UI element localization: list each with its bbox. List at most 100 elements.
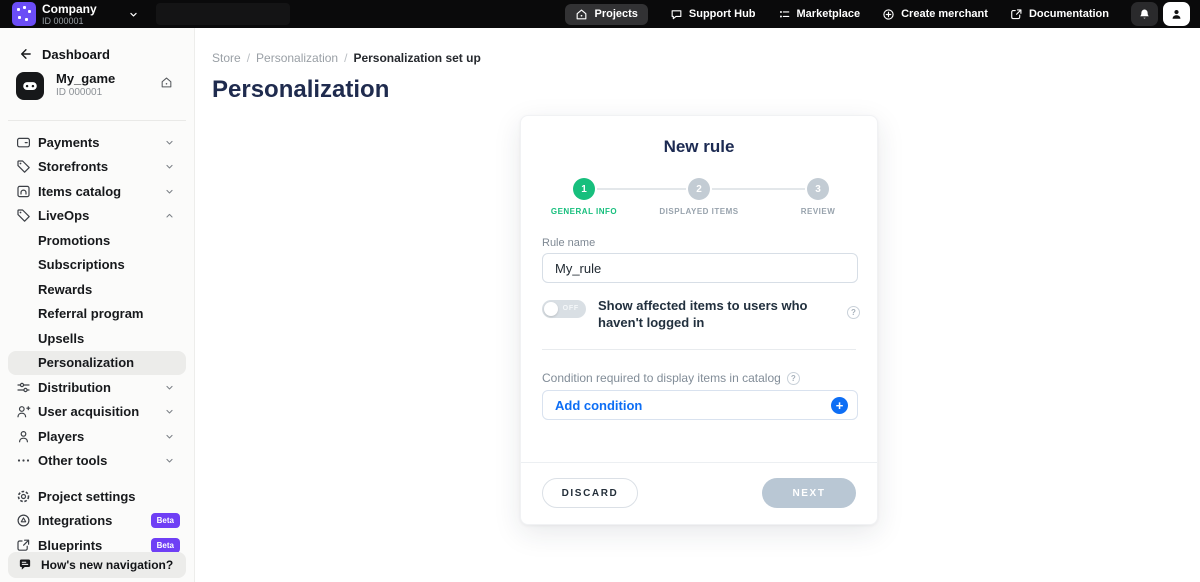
discard-button[interactable]: DISCARD <box>542 478 638 508</box>
chevron-down-icon <box>164 431 175 442</box>
back-to-dashboard[interactable]: Dashboard <box>0 28 194 64</box>
question-icon[interactable]: ? <box>787 372 800 385</box>
whats-new-navigation-banner[interactable]: How's new navigation? <box>8 552 186 578</box>
plus-circle-icon: + <box>831 397 848 414</box>
breadcrumb-separator: / <box>247 51 250 65</box>
user-icon <box>16 429 31 444</box>
step-2-label: DISPLAYED ITEMS <box>659 207 738 216</box>
breadcrumb-separator: / <box>344 51 347 65</box>
support-hub-label: Support Hub <box>689 8 756 20</box>
item-label: Payments <box>38 135 99 150</box>
notifications-button[interactable] <box>1131 2 1158 26</box>
sidebar-item-rewards[interactable]: Rewards <box>0 277 194 302</box>
chevron-down-icon <box>164 406 175 417</box>
sidebar-item-storefronts[interactable]: Storefronts <box>0 155 194 180</box>
sidebar-item-personalization[interactable]: Personalization <box>8 351 186 376</box>
step-3-label: REVIEW <box>801 207 836 216</box>
item-label: Storefronts <box>38 159 108 174</box>
sidebar-item-payments[interactable]: Payments <box>0 130 194 155</box>
documentation-button[interactable]: Documentation <box>1010 8 1109 21</box>
item-label: Rewards <box>38 282 92 297</box>
item-label: Promotions <box>38 233 110 248</box>
chevron-down-icon <box>164 382 175 393</box>
sidebar-item-upsells[interactable]: Upsells <box>0 326 194 351</box>
sidebar-item-promotions[interactable]: Promotions <box>0 228 194 253</box>
chevron-down-icon <box>164 137 175 148</box>
topbar-nav: Projects Support Hub Marketplace Create … <box>565 0 1190 28</box>
create-merchant-button[interactable]: Create merchant <box>882 8 988 21</box>
external-link-icon <box>1010 8 1023 21</box>
sidebar-item-referral-program[interactable]: Referral program <box>0 302 194 327</box>
sidebar-nav: Payments Storefronts Items catalog LiveO… <box>0 121 194 558</box>
chevron-down-icon[interactable] <box>128 9 139 20</box>
show-items-toggle[interactable]: OFF <box>542 300 586 318</box>
rule-name-input[interactable] <box>542 253 858 283</box>
plus-circle-icon <box>882 8 895 21</box>
project-name: My_game <box>56 71 115 86</box>
modal-divider <box>542 349 856 350</box>
modal-footer-divider <box>521 462 877 463</box>
question-icon[interactable]: ? <box>847 306 860 319</box>
company-logo[interactable] <box>12 2 36 26</box>
sidebar-item-subscriptions[interactable]: Subscriptions <box>0 253 194 278</box>
item-label: Items catalog <box>38 184 121 199</box>
storefront-list-icon <box>778 8 791 21</box>
back-label: Dashboard <box>42 47 110 62</box>
item-label: Subscriptions <box>38 257 125 272</box>
beta-badge: Beta <box>151 513 180 528</box>
box-icon <box>16 184 31 199</box>
item-label: Integrations <box>38 513 112 528</box>
add-condition-label: Add condition <box>543 398 642 413</box>
user-icon <box>1170 8 1183 21</box>
project-id: ID 000001 <box>56 87 102 98</box>
gamepad-icon <box>16 72 44 100</box>
sidebar-item-distribution[interactable]: Distribution <box>0 375 194 400</box>
beta-badge: Beta <box>151 538 180 553</box>
add-condition-button[interactable]: Add condition + <box>542 390 858 420</box>
gear-icon <box>16 489 31 504</box>
ellipsis-icon <box>16 453 31 468</box>
chevron-down-icon <box>164 186 175 197</box>
documentation-label: Documentation <box>1029 8 1109 20</box>
account-button[interactable] <box>1163 2 1190 26</box>
item-label: Players <box>38 429 84 444</box>
projects-button[interactable]: Projects <box>565 4 647 25</box>
company-id: ID 000001 <box>42 16 97 26</box>
sidebar-item-players[interactable]: Players <box>0 424 194 449</box>
top-bar: Company ID 000001 Projects Support Hub <box>0 0 1200 28</box>
toggle-description: Show affected items to users who haven't… <box>598 297 842 331</box>
app-root: Company ID 000001 Projects Support Hub <box>0 0 1200 582</box>
modal-title: New rule <box>521 137 877 157</box>
sidebar-item-liveops[interactable]: LiveOps <box>0 204 194 229</box>
sidebar-item-project-settings[interactable]: Project settings <box>0 484 194 509</box>
topbar-placeholder <box>156 3 290 25</box>
home-icon[interactable] <box>160 76 173 89</box>
blueprint-icon <box>16 538 31 553</box>
item-label: Referral program <box>38 306 143 321</box>
sidebar-item-other-tools[interactable]: Other tools <box>0 449 194 474</box>
projects-label: Projects <box>594 8 637 20</box>
item-label: Blueprints <box>38 538 102 553</box>
support-hub-button[interactable]: Support Hub <box>670 8 756 21</box>
company-selector[interactable]: Company ID 000001 <box>42 3 97 26</box>
chevron-up-icon <box>164 210 175 221</box>
sidebar-item-integrations[interactable]: Integrations Beta <box>0 509 194 534</box>
step-1-label: GENERAL INFO <box>551 207 617 216</box>
toggle-knob <box>544 302 558 316</box>
breadcrumb-personalization[interactable]: Personalization <box>256 51 338 65</box>
project-switcher[interactable]: My_game ID 000001 <box>0 70 194 114</box>
chevron-down-icon <box>164 455 175 466</box>
bell-icon <box>1138 8 1151 21</box>
step-connector <box>712 188 805 190</box>
item-label: User acquisition <box>38 404 139 419</box>
breadcrumb-store[interactable]: Store <box>212 51 241 65</box>
tag-icon <box>16 208 31 223</box>
sidebar-item-items-catalog[interactable]: Items catalog <box>0 179 194 204</box>
marketplace-button[interactable]: Marketplace <box>778 8 861 21</box>
step-2-circle: 2 <box>688 178 710 200</box>
integrations-icon <box>16 513 31 528</box>
company-name: Company <box>42 3 97 16</box>
next-button[interactable]: NEXT <box>762 478 856 508</box>
topbar-tiles <box>1131 2 1190 26</box>
sidebar-item-user-acquisition[interactable]: User acquisition <box>0 400 194 425</box>
